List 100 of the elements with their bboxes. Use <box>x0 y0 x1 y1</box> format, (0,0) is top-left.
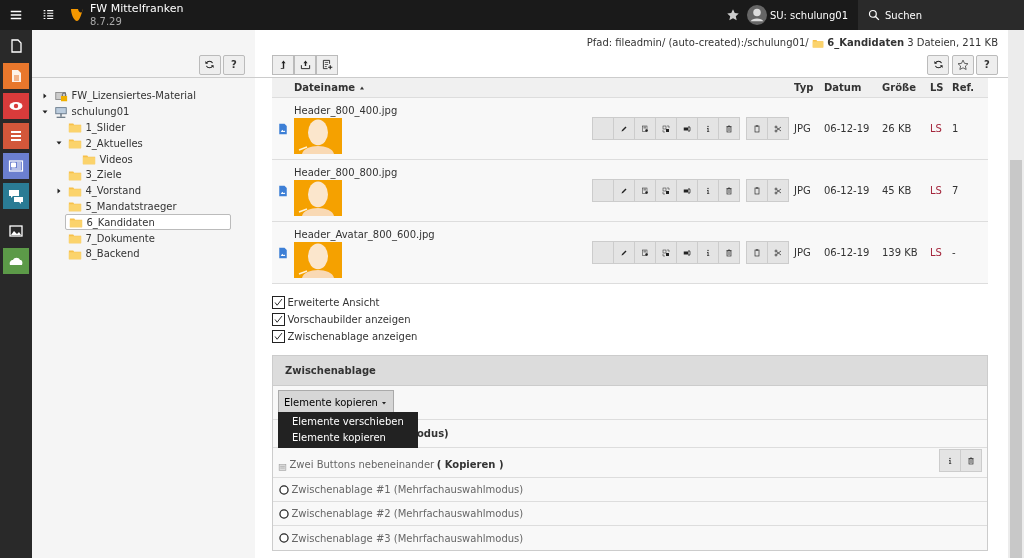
radio-button[interactable] <box>279 484 289 495</box>
image-file-icon <box>277 184 289 197</box>
column-header[interactable]: Typ <box>794 80 824 95</box>
replace-icon <box>661 184 670 197</box>
panel-header: Zwischenablage <box>273 356 987 386</box>
clipboard-icon <box>753 246 761 259</box>
up-level-button[interactable] <box>272 54 294 75</box>
metadata-button[interactable] <box>633 117 656 140</box>
action-placeholder <box>591 179 614 202</box>
file-date: 06-12-19 <box>824 184 871 198</box>
file-size: 26 KB <box>882 122 913 136</box>
refresh-button[interactable] <box>927 54 949 75</box>
edit-metadata-icon <box>640 122 649 135</box>
edit-metadata-icon <box>640 246 649 259</box>
expand-icon[interactable] <box>55 186 63 195</box>
delete-button[interactable] <box>717 179 740 202</box>
tree-item[interactable]: 1_Slider <box>65 119 128 136</box>
rename-button[interactable] <box>675 241 698 264</box>
delete-button[interactable] <box>717 117 740 140</box>
action-placeholder <box>591 117 614 140</box>
chat-icon <box>8 188 24 204</box>
tree-item[interactable]: schulung01 <box>51 103 132 120</box>
replace-icon <box>661 122 670 135</box>
file-name-link[interactable]: Header_800_400.jpg <box>294 103 593 118</box>
replace-button[interactable] <box>654 241 677 264</box>
replace-button[interactable] <box>654 117 677 140</box>
upload-button[interactable] <box>294 54 316 75</box>
tree-item[interactable]: 2_Aktuelles <box>65 135 146 152</box>
file-name-link[interactable]: Header_800_800.jpg <box>294 165 593 180</box>
reference-count: 1 <box>952 122 960 136</box>
refresh-button[interactable] <box>198 54 221 75</box>
replace-button[interactable] <box>654 179 677 202</box>
copy-button[interactable] <box>746 117 768 140</box>
delete-button[interactable] <box>960 449 982 472</box>
file-type: JPG <box>794 246 812 260</box>
file-name-link[interactable]: Header_Avatar_800_600.jpg <box>294 227 593 242</box>
menu-item[interactable]: Elemente kopieren <box>278 430 418 446</box>
newspaper-icon <box>8 158 24 174</box>
path-text: Pfad: fileadmin/ (auto-created):/schulung01/ 6_Kandidaten 3 Dateien, 211 KB <box>586 36 998 50</box>
expand-icon[interactable] <box>41 91 49 100</box>
tree-item[interactable]: Videos <box>79 151 136 167</box>
copy-button[interactable] <box>746 241 768 264</box>
ls-link[interactable]: LS <box>930 183 952 198</box>
menu-item[interactable]: Elemente verschieben <box>278 414 418 430</box>
file-date: 06-12-19 <box>824 246 871 260</box>
reference-count: - <box>952 246 957 260</box>
replace-icon <box>661 246 670 259</box>
scrollbar-thumb[interactable] <box>1010 160 1022 558</box>
column-header[interactable]: Dateiname <box>294 80 794 95</box>
column-header[interactable]: Ref. <box>952 80 988 95</box>
delete-button[interactable] <box>717 241 740 264</box>
tree-item[interactable]: 7_Dokumente <box>65 230 158 246</box>
clipboard-label: Zwischenablage #2 (Mehrfachauswahlmodus) <box>291 507 524 521</box>
check-icon <box>273 331 284 342</box>
tree-item[interactable]: 6_Kandidaten <box>65 214 231 231</box>
refresh-icon <box>204 59 215 70</box>
element-title: Zwei Buttons nebeneinander <box>289 458 435 472</box>
checkbox[interactable] <box>272 313 285 326</box>
metadata-button[interactable] <box>633 241 656 264</box>
file-size: 139 KB <box>882 246 919 260</box>
cut-button[interactable] <box>767 241 789 264</box>
user-menu[interactable]: SU: schulung01 <box>744 5 858 25</box>
trash-icon <box>724 246 733 259</box>
radio-button[interactable] <box>279 533 289 543</box>
tree-item[interactable]: 3_Ziele <box>65 167 125 183</box>
ls-link[interactable]: LS <box>930 121 952 136</box>
tree-item[interactable]: 8_Backend <box>65 245 143 262</box>
app-title: FW Mittelfranken <box>90 3 184 16</box>
checkbox[interactable] <box>272 330 285 343</box>
tree-item[interactable]: 5_Mandatstraeger <box>65 198 179 215</box>
check-icon <box>273 314 284 325</box>
search-button[interactable]: Suchen <box>858 0 1024 30</box>
help-button[interactable]: ? <box>223 54 245 75</box>
checkbox[interactable] <box>272 296 285 309</box>
trash-icon <box>724 184 733 197</box>
rename-button[interactable] <box>675 179 698 202</box>
cut-button[interactable] <box>767 117 789 140</box>
radio-button[interactable] <box>279 508 289 519</box>
new-file-button[interactable] <box>316 54 338 75</box>
user-avatar-icon <box>747 5 768 25</box>
edit-metadata-icon <box>640 184 649 197</box>
element-icon <box>278 463 287 472</box>
logo-icon <box>69 6 85 24</box>
version-label: 8.7.29 <box>90 15 123 27</box>
reference-count: 7 <box>952 184 960 198</box>
clipboard-icon <box>753 122 761 135</box>
cut-button[interactable] <box>767 179 789 202</box>
tree-item[interactable]: 4_Vorstand <box>65 182 144 199</box>
action-placeholder <box>591 241 614 264</box>
rename-button[interactable] <box>675 117 698 140</box>
column-header[interactable]: Größe <box>882 80 930 95</box>
checkbox-label: Zwischenablage anzeigen <box>287 330 418 344</box>
column-header[interactable]: Datum <box>824 80 882 95</box>
ls-link[interactable]: LS <box>930 245 952 260</box>
clipboard-label: Zwischenablage #1 (Mehrfachauswahlmodus) <box>291 483 524 497</box>
metadata-button[interactable] <box>633 179 656 202</box>
tree-item[interactable]: FW_Lizensiertes-Material <box>51 88 199 104</box>
copy-button[interactable] <box>746 179 768 202</box>
help-button[interactable]: ? <box>976 54 998 75</box>
column-header[interactable]: LS <box>930 80 952 95</box>
